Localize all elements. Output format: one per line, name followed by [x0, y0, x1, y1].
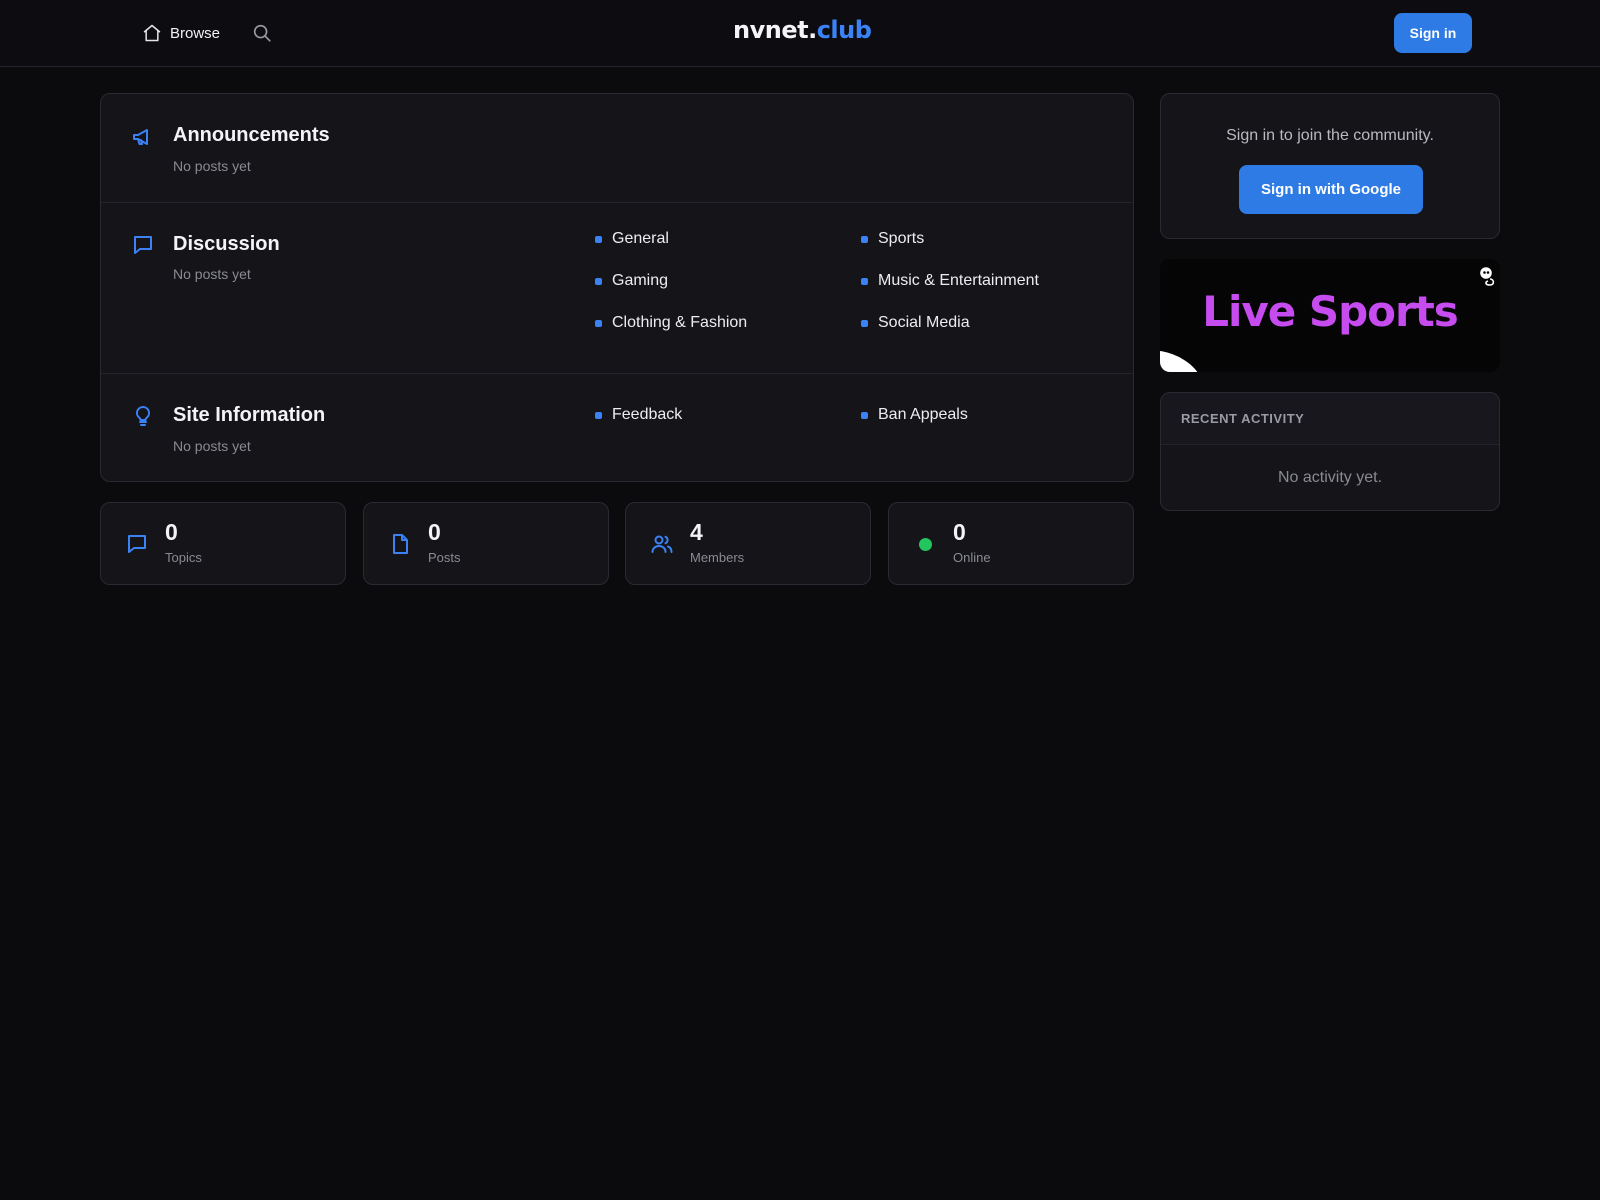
subforum-bullet	[595, 411, 602, 419]
subforum-label: Clothing & Fashion	[612, 314, 748, 331]
live-sports-banner[interactable]: Live Sports	[1160, 259, 1500, 372]
category-post-status: No posts yet	[173, 438, 251, 454]
megaphone-icon	[133, 129, 148, 145]
category-post-status: No posts yet	[173, 158, 251, 174]
category-discussion[interactable]: Discussion No posts yet General Sports G…	[101, 203, 1133, 374]
subforum-label: Music & Entertainment	[878, 272, 1039, 289]
banner-text: Live Sports	[1202, 287, 1459, 336]
activity-header: RECENT ACTIVITY	[1161, 393, 1499, 445]
subforum-link-gaming[interactable]: Gaming	[595, 272, 668, 290]
browse-link[interactable]: Browse	[142, 20, 220, 46]
subforum-bullet	[595, 235, 602, 243]
logo-text-primary: nvnet.	[733, 16, 817, 44]
category-title[interactable]: Discussion	[173, 233, 280, 256]
sign-in-card: Sign in to join the community. Sign in w…	[1160, 93, 1500, 239]
subforum-label: Ban Appeals	[878, 406, 968, 423]
category-site-information[interactable]: Site Information No posts yet Feedback B…	[101, 374, 1133, 481]
stat-card-topics: 0 Topics	[100, 502, 346, 585]
subforum-bullet	[861, 319, 868, 327]
stat-value: 0	[165, 519, 178, 545]
category-announcements[interactable]: Announcements No posts yet	[101, 94, 1133, 203]
subforum-link-clothing-fashion[interactable]: Clothing & Fashion	[595, 314, 747, 332]
stat-label: Topics	[165, 550, 202, 565]
subforum-label: General	[612, 230, 669, 247]
recent-activity-panel: RECENT ACTIVITY No activity yet.	[1160, 392, 1500, 511]
join-prompt-text: Sign in to join the community.	[1226, 127, 1434, 144]
subforum-bullet	[861, 235, 868, 243]
stat-card-online: 0 Online	[888, 502, 1134, 585]
subforum-label: Feedback	[612, 406, 683, 423]
logo-text-accent: club	[816, 16, 872, 44]
subforum-link-ban-appeals[interactable]: Ban Appeals	[861, 406, 968, 424]
subforum-link-music-entertainment[interactable]: Music & Entertainment	[861, 272, 1039, 290]
home-icon	[143, 24, 161, 42]
subforum-link-social-media[interactable]: Social Media	[861, 314, 970, 332]
activity-empty-message: No activity yet.	[1277, 469, 1383, 486]
category-title[interactable]: Announcements	[173, 124, 330, 147]
stat-label: Posts	[428, 550, 461, 565]
subforum-label: Gaming	[612, 272, 669, 289]
subforum-label: Sports	[878, 230, 925, 247]
message-icon	[128, 535, 146, 553]
mascot-icon	[1480, 267, 1495, 286]
category-post-status: No posts yet	[173, 266, 251, 282]
subforum-bullet	[595, 319, 602, 327]
activity-title: RECENT ACTIVITY	[1181, 411, 1305, 426]
site-logo[interactable]: nvnet.club	[733, 16, 872, 44]
message-icon	[134, 236, 152, 254]
lightbulb-icon	[135, 405, 151, 426]
top-navigation-bar: Browse nvnet.club Sign in	[0, 0, 1600, 67]
search-icon[interactable]	[251, 22, 273, 44]
stat-value: 0	[428, 519, 441, 545]
subforum-bullet	[861, 411, 868, 419]
online-status-dot	[919, 538, 932, 551]
stat-value: 0	[953, 519, 966, 545]
subforum-link-general[interactable]: General	[595, 230, 669, 248]
forum-category-list: Announcements No posts yet Discussion No…	[100, 93, 1134, 482]
stat-label: Members	[690, 550, 745, 565]
stat-card-members: 4 Members	[625, 502, 871, 585]
category-title[interactable]: Site Information	[173, 404, 325, 427]
sign-in-button[interactable]: Sign in	[1394, 13, 1472, 53]
banner-corner-shape	[1160, 351, 1198, 372]
subforum-label: Social Media	[878, 314, 970, 331]
subforum-link-sports[interactable]: Sports	[861, 230, 924, 248]
stat-value: 4	[690, 519, 703, 545]
sign-in-with-google-button[interactable]: Sign in with Google	[1239, 165, 1423, 214]
subforum-bullet	[861, 277, 868, 285]
stat-card-posts: 0 Posts	[363, 502, 609, 585]
file-icon	[393, 534, 408, 554]
browse-label: Browse	[170, 24, 221, 42]
stat-label: Online	[953, 550, 991, 565]
subforum-bullet	[595, 277, 602, 285]
subforum-link-feedback[interactable]: Feedback	[595, 406, 682, 424]
users-icon	[651, 535, 673, 553]
